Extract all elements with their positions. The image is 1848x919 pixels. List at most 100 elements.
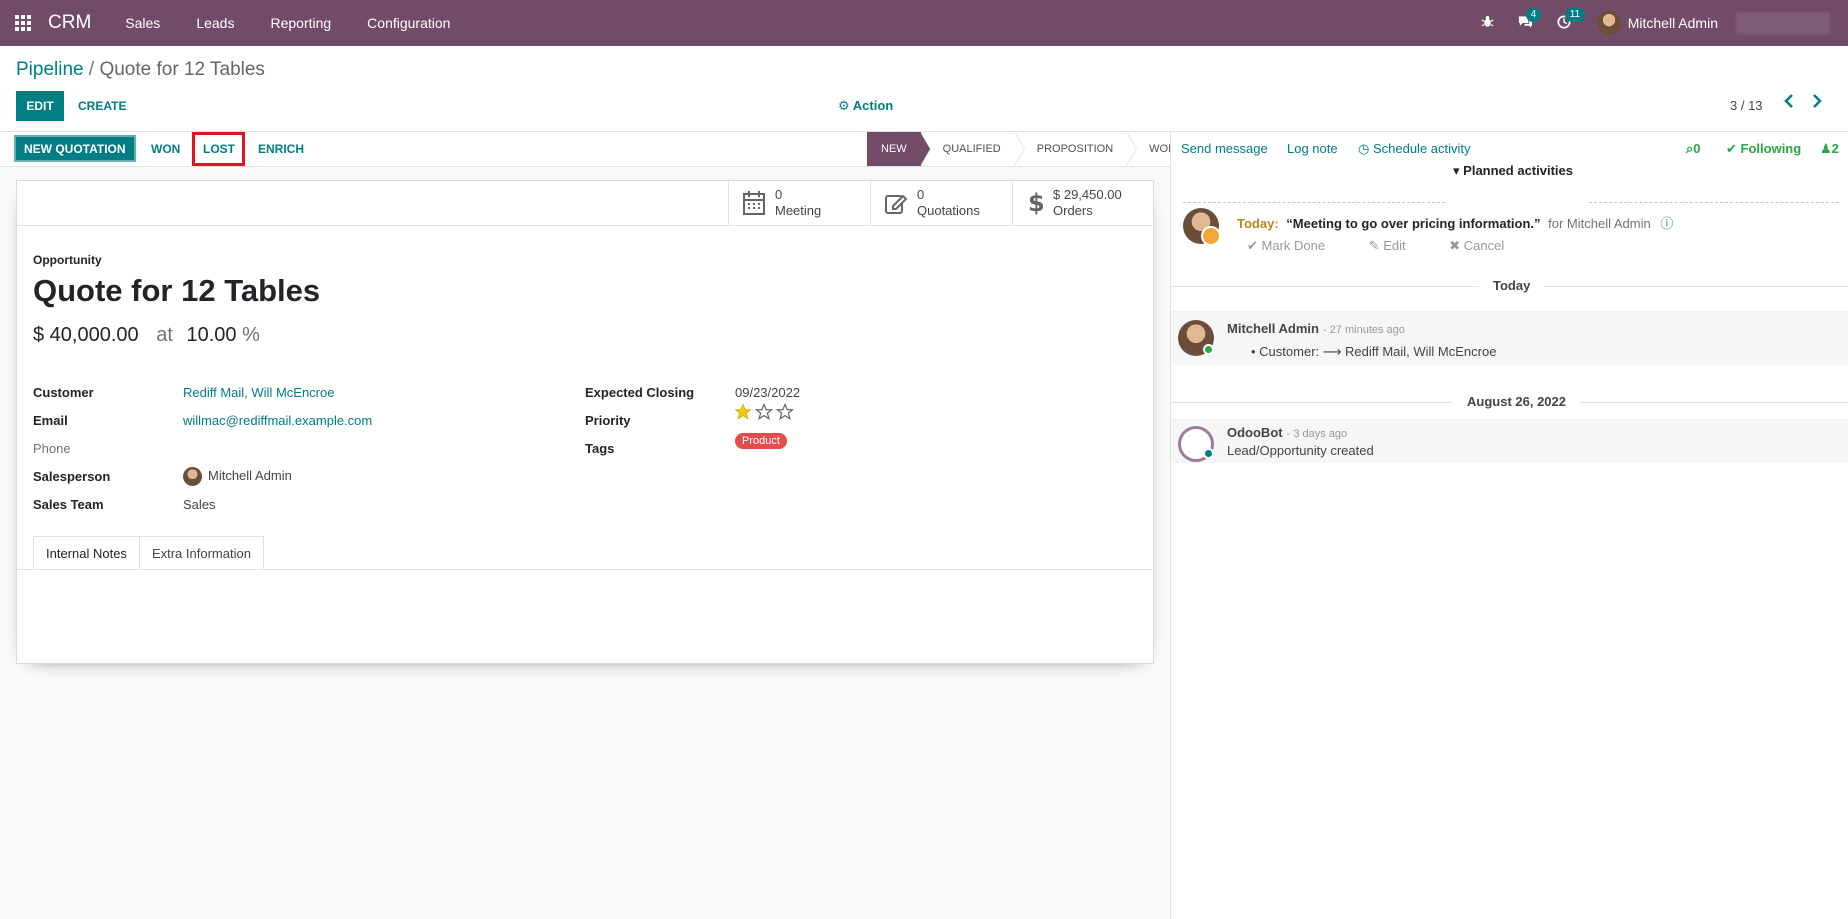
edit-button[interactable]: EDIT: [16, 91, 64, 121]
debug-bug-icon[interactable]: [1469, 15, 1506, 31]
user-icon: ♟: [1820, 141, 1832, 156]
planned-activities-label: Planned activities: [1463, 163, 1573, 178]
attachments-count: 0: [1693, 141, 1701, 156]
create-button[interactable]: CREATE: [70, 91, 134, 121]
meeting-label: Meeting: [775, 203, 822, 218]
salesperson-label: Salesperson: [33, 469, 111, 484]
priority-label: Priority: [585, 413, 631, 428]
calendar-icon: [743, 191, 765, 215]
quotations-count: 0: [917, 187, 925, 202]
stage-proposition-label: PROPOSITION: [1036, 143, 1114, 155]
author-name[interactable]: OdooBot: [1227, 425, 1283, 440]
stage-pipeline: NEW QUALIFIED PROPOSITION WON: [867, 132, 1192, 166]
email-value[interactable]: willmac@rediffmail.example.com: [183, 413, 372, 428]
dollar-icon: $: [1028, 190, 1043, 216]
clock-icon: ◷: [1358, 141, 1370, 156]
star-empty-icon[interactable]: [776, 403, 794, 421]
menu-reporting[interactable]: Reporting: [252, 15, 349, 31]
chatter-topbar: Send message Log note ◷ Schedule activit…: [1171, 132, 1848, 166]
menu-leads[interactable]: Leads: [178, 15, 252, 31]
gear-icon: ⚙: [838, 98, 850, 113]
record-type-label: Opportunity: [33, 253, 102, 267]
menu-sales[interactable]: Sales: [107, 15, 178, 31]
notebook-tabs: Internal Notes Extra Information: [33, 536, 264, 570]
sales-team-label: Sales Team: [33, 497, 104, 512]
stage-qualified[interactable]: QUALIFIED: [921, 132, 1025, 166]
action-label: Action: [852, 98, 894, 113]
enrich-button[interactable]: ENRICH: [250, 135, 312, 163]
menu-configuration[interactable]: Configuration: [349, 15, 468, 31]
star-empty-icon[interactable]: [755, 403, 773, 421]
activity-item: Today: “Meeting to go over pricing infor…: [1237, 213, 1673, 232]
message-body: Lead/Opportunity created: [1227, 443, 1374, 458]
activity-cancel-button[interactable]: ✖ Cancel: [1449, 238, 1524, 253]
tracking-change: Customer: ⟶ Rediff Mail, Will McEncroe: [1259, 344, 1497, 359]
schedule-activity-button[interactable]: ◷ Schedule activity: [1358, 141, 1471, 157]
mark-done-label: Mark Done: [1261, 238, 1326, 253]
attachments-button[interactable]: ⌕0: [1686, 141, 1701, 157]
tag-product[interactable]: Product: [735, 433, 787, 449]
lost-button[interactable]: LOST: [192, 132, 245, 166]
won-button[interactable]: WON: [143, 135, 188, 163]
salesperson-name: Mitchell Admin: [208, 467, 292, 483]
messages-badge: 4: [1525, 7, 1542, 22]
app-brand[interactable]: CRM: [48, 12, 91, 34]
salesperson-value[interactable]: Mitchell Admin: [183, 467, 292, 486]
customer-label: Customer: [33, 385, 94, 400]
breadcrumb-current: Quote for 12 Tables: [99, 59, 265, 80]
stage-new[interactable]: NEW: [867, 132, 931, 166]
priority-stars: [734, 403, 794, 421]
mark-done-button[interactable]: ✔ Mark Done: [1247, 238, 1345, 253]
schedule-activity-label: Schedule activity: [1372, 141, 1471, 156]
tab-internal-notes[interactable]: Internal Notes: [33, 536, 140, 570]
breadcrumb-pipeline[interactable]: Pipeline: [16, 59, 84, 80]
send-message-button[interactable]: Send message: [1181, 141, 1268, 156]
following-button[interactable]: ✔ Following: [1726, 141, 1801, 157]
phone-icon: [1201, 226, 1221, 246]
activity-assignee: for Mitchell Admin: [1548, 216, 1651, 231]
message-time: - 3 days ago: [1286, 428, 1348, 440]
message-author: OdooBot - 3 days ago: [1227, 425, 1347, 440]
activity-when: Today:: [1237, 216, 1279, 231]
meeting-count: 0: [775, 187, 783, 202]
info-icon[interactable]: ⓘ: [1660, 216, 1673, 231]
phone-label: Phone: [33, 441, 71, 456]
check-icon: ✔: [1726, 141, 1737, 156]
stage-proposition[interactable]: PROPOSITION: [1015, 132, 1138, 166]
activity-summary: “Meeting to go over pricing information.…: [1286, 216, 1541, 231]
action-menu[interactable]: ⚙ Action: [838, 98, 893, 114]
orders-label: Orders: [1053, 203, 1093, 218]
control-panel: Pipeline / Quote for 12 Tables EDIT CREA…: [0, 46, 1848, 132]
divider: [17, 225, 1153, 226]
activities-clock-icon[interactable]: 11: [1545, 7, 1586, 32]
pager-value[interactable]: 3 / 13: [1730, 98, 1763, 113]
date-separator-today: Today: [1479, 278, 1545, 293]
activity-edit-button[interactable]: ✎ Edit: [1369, 238, 1426, 253]
message-item: OdooBot - 3 days ago Lead/Opportunity cre…: [1171, 419, 1848, 463]
planned-activities-toggle[interactable]: ▾ Planned activities: [1453, 163, 1573, 179]
quotations-smart-button[interactable]: 0 Quotations: [871, 181, 1013, 225]
orders-smart-button[interactable]: $ $ 29,450.00 Orders: [1013, 181, 1155, 225]
customer-value[interactable]: Rediff Mail, Will McEncroe: [183, 385, 334, 400]
log-note-button[interactable]: Log note: [1287, 141, 1338, 156]
pager-previous-icon[interactable]: [1784, 94, 1794, 113]
probability-value: 10.00: [186, 324, 237, 346]
followers-button[interactable]: ♟2: [1820, 141, 1839, 157]
date-separator-august: August 26, 2022: [1453, 394, 1580, 409]
app-menu-icon[interactable]: [0, 0, 46, 46]
chatter-panel: Send message Log note ◷ Schedule activit…: [1170, 132, 1848, 919]
followers-count: 2: [1831, 141, 1839, 156]
tab-extra-information[interactable]: Extra Information: [138, 536, 264, 570]
messages-icon[interactable]: 4: [1506, 7, 1545, 32]
meeting-smart-button[interactable]: 0 Meeting: [729, 181, 871, 225]
star-filled-icon[interactable]: [734, 403, 752, 421]
bot-status-icon: [1203, 448, 1214, 459]
smart-buttons: 0 Meeting 0 Quotations $ $ 29,450.00 Orders: [728, 181, 1155, 225]
user-menu[interactable]: Mitchell Admin: [1596, 11, 1718, 35]
edit-document-icon: [885, 194, 907, 214]
new-quotation-button[interactable]: NEW QUOTATION: [14, 135, 136, 162]
message-item: Mitchell Admin - 27 minutes ago • Custome…: [1171, 311, 1848, 365]
author-name[interactable]: Mitchell Admin: [1227, 321, 1319, 336]
pager-next-icon[interactable]: [1812, 94, 1822, 113]
message-body: • Customer: ⟶ Rediff Mail, Will McEncroe: [1251, 344, 1497, 359]
